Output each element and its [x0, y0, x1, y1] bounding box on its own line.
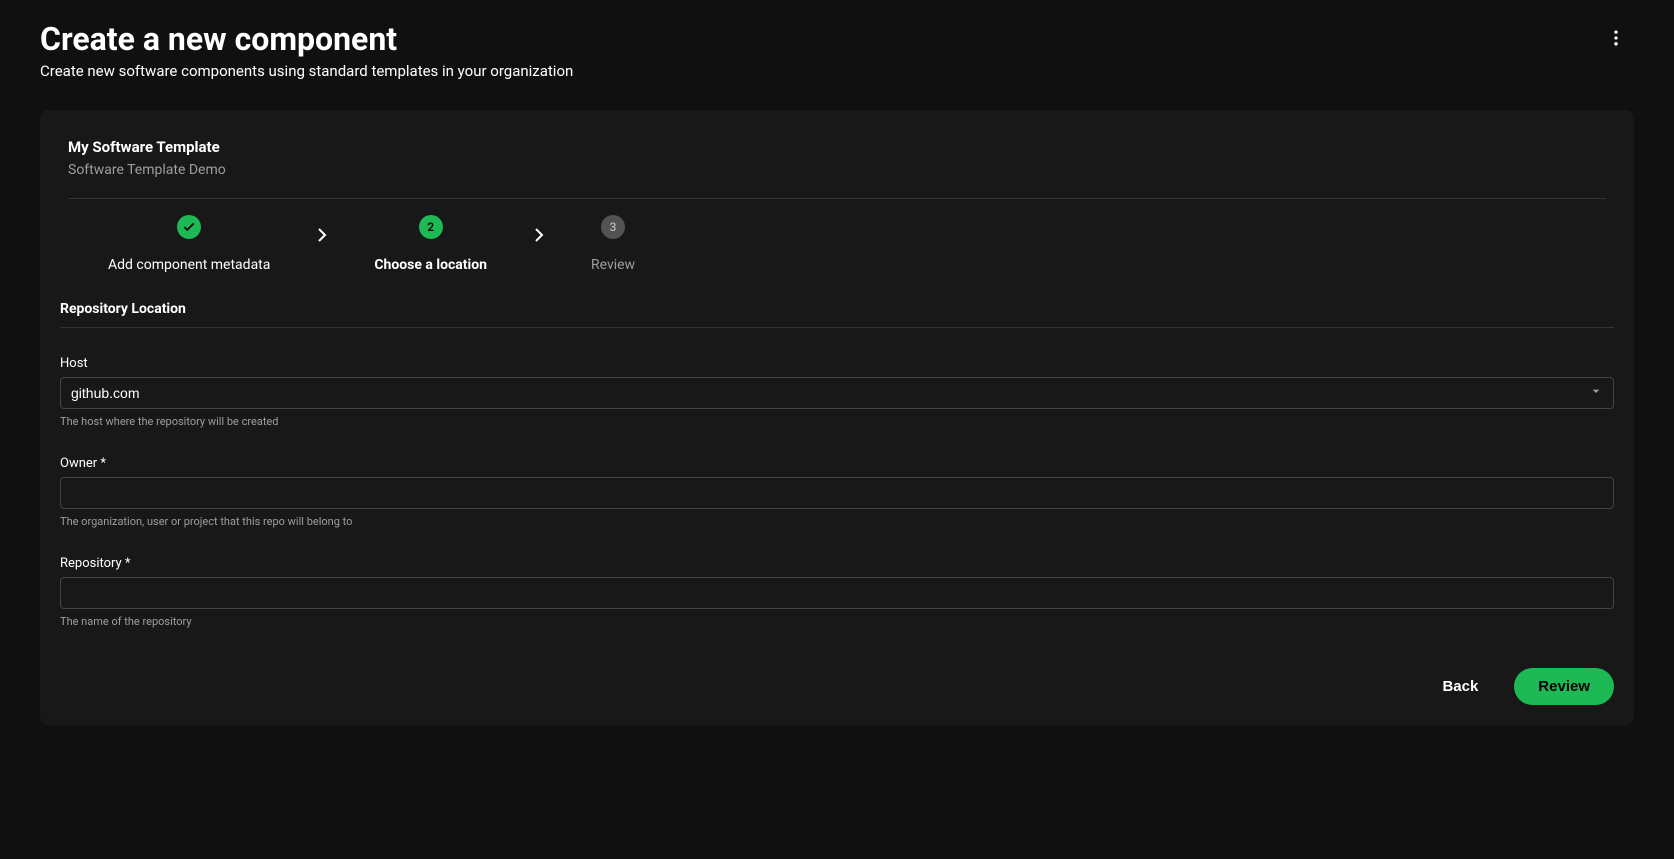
step-label: Add component metadata	[108, 257, 270, 273]
review-button[interactable]: Review	[1514, 668, 1614, 705]
step-completed-icon	[177, 215, 201, 239]
check-icon	[182, 220, 196, 234]
step-metadata[interactable]: Add component metadata	[68, 215, 310, 273]
step-number-icon: 2	[419, 215, 443, 239]
host-select[interactable]	[60, 377, 1614, 409]
repository-input[interactable]	[60, 577, 1614, 609]
repository-label: Repository *	[60, 556, 1614, 571]
page-title: Create a new component	[40, 20, 573, 58]
template-name: My Software Template	[68, 138, 1606, 156]
owner-input[interactable]	[60, 477, 1614, 509]
wizard-card: My Software Template Software Template D…	[40, 110, 1634, 725]
section-title: Repository Location	[60, 301, 1614, 328]
more-vertical-icon	[1606, 28, 1626, 48]
owner-label: Owner *	[60, 456, 1614, 471]
chevron-right-icon	[527, 223, 551, 247]
stepper: Add component metadata 2 Choose a locati…	[68, 215, 1606, 273]
back-button[interactable]: Back	[1418, 668, 1502, 705]
step-review: 3 Review	[551, 215, 675, 273]
chevron-right-icon	[310, 223, 334, 247]
more-options-button[interactable]	[1598, 20, 1634, 56]
step-label: Choose a location	[374, 257, 487, 273]
step-number-icon: 3	[601, 215, 625, 239]
repository-helper: The name of the repository	[60, 615, 1614, 628]
host-helper: The host where the repository will be cr…	[60, 415, 1614, 428]
step-location[interactable]: 2 Choose a location	[334, 215, 527, 273]
page-subtitle: Create new software components using sta…	[40, 62, 573, 80]
host-label: Host	[60, 356, 1614, 371]
owner-helper: The organization, user or project that t…	[60, 515, 1614, 528]
step-label: Review	[591, 257, 635, 273]
template-description: Software Template Demo	[68, 162, 1606, 178]
